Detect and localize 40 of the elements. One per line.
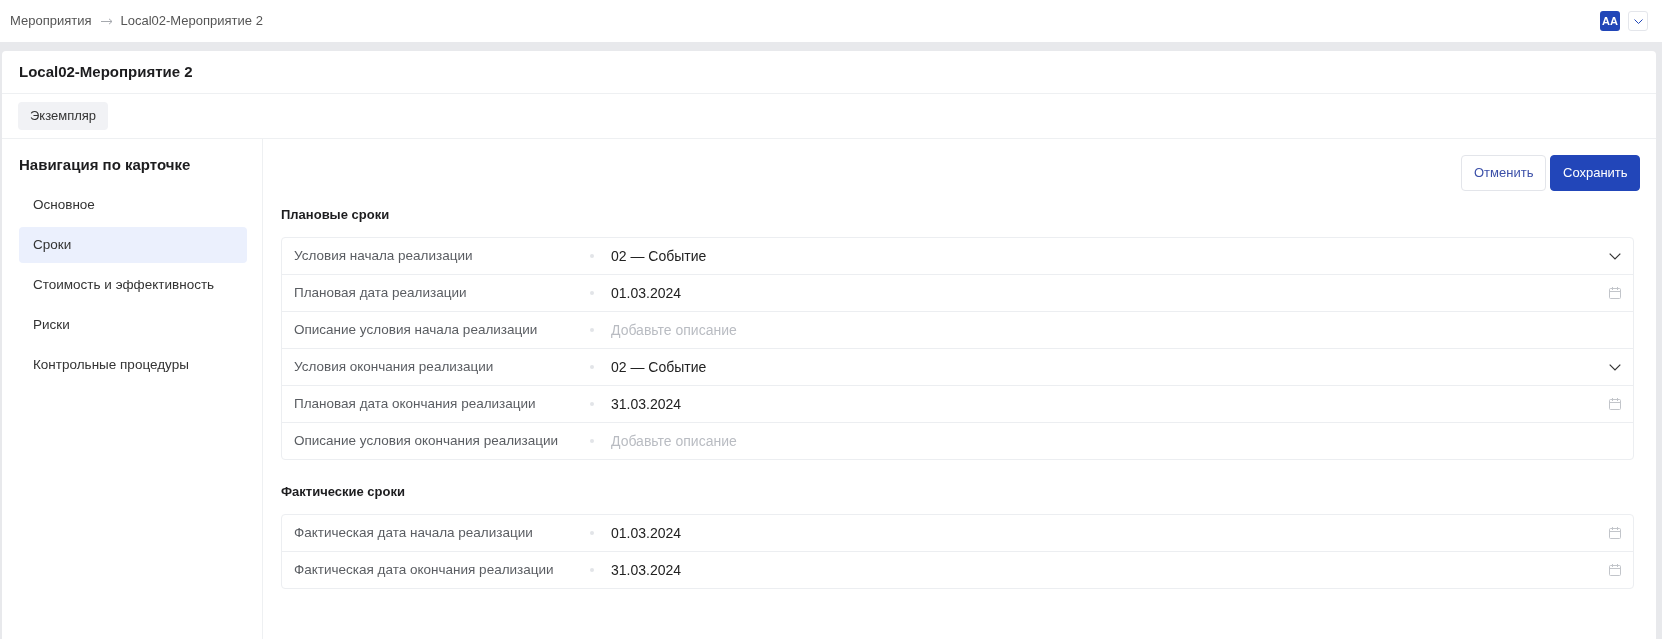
- date-field[interactable]: 31.03.2024: [611, 552, 1633, 588]
- save-button[interactable]: Сохранить: [1550, 155, 1640, 191]
- field-label: Описание условия окончания реализации: [293, 431, 560, 450]
- field-label: Фактическая дата окончания реализации: [293, 560, 555, 579]
- description-field[interactable]: Добавьте описание: [611, 423, 1633, 459]
- tab[interactable]: Экземпляр: [18, 102, 109, 130]
- chevron-down-icon: [1609, 363, 1621, 371]
- date-field[interactable]: 31.03.2024: [611, 386, 1633, 422]
- field-label: Описание условия начала реализации: [293, 320, 539, 339]
- select-field[interactable]: 02 — Событие: [611, 238, 1633, 274]
- calendar-icon: [1609, 287, 1621, 299]
- calendar-icon: [1609, 398, 1621, 410]
- chevron-down-icon: [1633, 18, 1643, 24]
- nav-item[interactable]: Основное: [19, 187, 247, 223]
- field-label: Условия начала реализации: [293, 246, 474, 265]
- select-field[interactable]: 02 — Событие: [611, 349, 1633, 385]
- nav-item[interactable]: Контрольные процедуры: [19, 347, 247, 383]
- navigation-title: Навигация по карточке: [19, 155, 192, 175]
- field-label: Условия окончания реализации: [293, 357, 495, 376]
- date-field[interactable]: 01.03.2024: [611, 275, 1633, 311]
- nav-item[interactable]: Риски: [19, 307, 247, 343]
- breadcrumb-link[interactable]: Мероприятия: [10, 11, 92, 31]
- field-label: Фактическая дата начала реализации: [293, 523, 534, 542]
- calendar-icon: [1609, 564, 1621, 576]
- calendar-icon: [1609, 527, 1621, 539]
- card-title: Local02-Мероприятие 2: [19, 61, 193, 82]
- nav-item[interactable]: Сроки: [19, 227, 247, 263]
- section-title: Фактические сроки: [281, 483, 406, 501]
- arrow-right-icon: [100, 17, 113, 25]
- nav-item[interactable]: Стоимость и эффективность: [19, 267, 247, 303]
- user-avatar[interactable]: AA: [1600, 11, 1620, 31]
- user-menu-button[interactable]: [1628, 11, 1648, 31]
- section-title: Плановые сроки: [281, 206, 391, 224]
- cancel-button[interactable]: Отменить: [1461, 155, 1546, 191]
- chevron-down-icon: [1609, 252, 1621, 260]
- field-label: Плановая дата реализации: [293, 283, 468, 302]
- description-field[interactable]: Добавьте описание: [611, 312, 1633, 348]
- field-label: Плановая дата окончания реализации: [293, 394, 537, 413]
- breadcrumb-current: Local02-Мероприятие 2: [120, 12, 263, 31]
- date-field[interactable]: 01.03.2024: [611, 515, 1633, 551]
